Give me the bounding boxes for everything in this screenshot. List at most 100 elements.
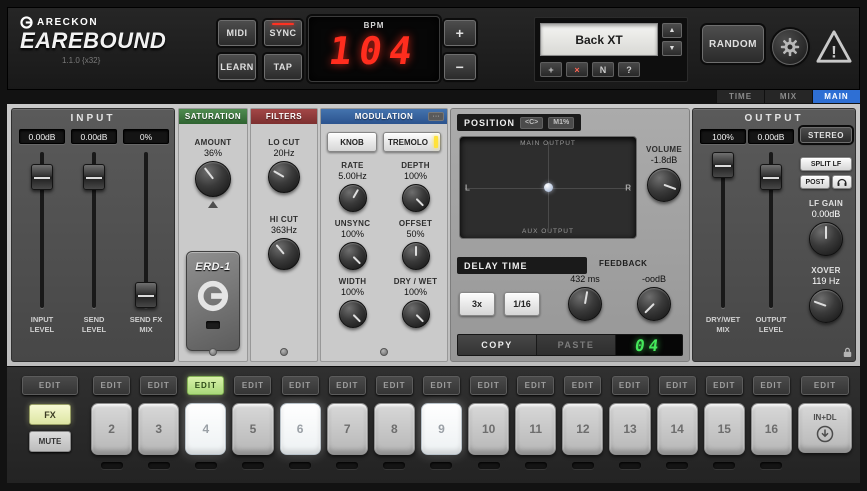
pad-1-edit-button[interactable]: EDIT: [22, 376, 78, 395]
pad-4[interactable]: 4: [185, 403, 226, 455]
split-lf-button[interactable]: SPLIT LF: [800, 157, 852, 171]
tap-button[interactable]: TAP: [264, 54, 302, 80]
pad-14-edit-button[interactable]: EDIT: [659, 376, 696, 395]
pad-5[interactable]: 5: [232, 403, 273, 455]
rate-knob[interactable]: [339, 184, 367, 212]
settings-button[interactable]: [772, 29, 808, 65]
preset-down-button[interactable]: ▼: [662, 41, 682, 56]
width-knob[interactable]: [339, 300, 367, 328]
pad-11[interactable]: 11: [515, 403, 556, 455]
brand-logo: ARECKON EAREBOUND 1.1.0 {x32}: [20, 16, 166, 65]
position-center-button[interactable]: <C>: [520, 117, 543, 129]
input-level-fader-handle[interactable]: [31, 164, 53, 190]
random-button[interactable]: RANDOM: [702, 25, 764, 63]
tab-main[interactable]: MAIN: [812, 90, 860, 103]
bpm-decrease-button[interactable]: −: [444, 54, 476, 80]
headphone-button[interactable]: [832, 175, 852, 189]
tab-mix[interactable]: MIX: [764, 90, 812, 103]
pad-8-edit-button[interactable]: EDIT: [376, 376, 413, 395]
send-level-fader[interactable]: [83, 150, 105, 310]
pad-3-edit-button[interactable]: EDIT: [140, 376, 177, 395]
send-fx-mix-fader-handle[interactable]: [135, 282, 157, 308]
offset-knob[interactable]: [402, 242, 430, 270]
pad-12-edit-button[interactable]: EDIT: [564, 376, 601, 395]
pad-16-edit-button[interactable]: EDIT: [753, 376, 790, 395]
pad-2-edit-button[interactable]: EDIT: [93, 376, 130, 395]
midi-button[interactable]: MIDI: [218, 20, 256, 46]
pad-4-edit-button[interactable]: EDIT: [187, 376, 224, 395]
amount-knob[interactable]: [195, 161, 231, 197]
post-button[interactable]: POST: [800, 175, 830, 189]
delay-time-knob[interactable]: [568, 287, 602, 321]
learn-button[interactable]: LEARN: [218, 54, 256, 80]
lo-cut-knob[interactable]: [268, 161, 300, 193]
tremolo-mode-button[interactable]: TREMOLO: [383, 132, 441, 152]
stereo-button[interactable]: STEREO: [800, 127, 852, 143]
lock-icon[interactable]: [843, 347, 852, 358]
lf-gain-knob[interactable]: [809, 222, 843, 256]
pad-9[interactable]: 9: [421, 403, 462, 455]
copy-button[interactable]: COPY: [458, 335, 537, 355]
send-fx-mix-fader[interactable]: [135, 150, 157, 310]
modulation-menu-button[interactable]: ···: [428, 112, 444, 121]
unsync-knob[interactable]: [339, 242, 367, 270]
indl-button[interactable]: IN+DL: [798, 403, 852, 453]
pad-12[interactable]: 12: [562, 403, 603, 455]
pad-11-edit-button[interactable]: EDIT: [517, 376, 554, 395]
delay-div-button[interactable]: 1/16: [504, 292, 540, 316]
dry-wet-mix-fader[interactable]: [712, 150, 734, 310]
pad-15-edit-button[interactable]: EDIT: [706, 376, 743, 395]
pad-3[interactable]: 3: [138, 403, 179, 455]
knob-mode-button[interactable]: KNOB: [327, 132, 377, 152]
preset-display[interactable]: Back XT: [540, 23, 658, 56]
pad-9-edit-button[interactable]: EDIT: [423, 376, 460, 395]
xy-position-dot[interactable]: [544, 183, 553, 192]
dry-wet-mix-fader-handle[interactable]: [712, 152, 734, 178]
pad-14[interactable]: 14: [657, 403, 698, 455]
paste-button[interactable]: PASTE: [537, 335, 616, 355]
erd-device[interactable]: ERD-1: [186, 251, 240, 351]
input-level-fader[interactable]: [31, 150, 53, 310]
offset-value: 50%: [384, 229, 447, 239]
pad-13[interactable]: 13: [609, 403, 650, 455]
tab-time[interactable]: TIME: [716, 90, 764, 103]
position-xy-pad[interactable]: MAIN OUTPUT AUX OUTPUT L R: [459, 136, 637, 239]
output-level-fader[interactable]: [760, 150, 782, 310]
preset-add-button[interactable]: +: [540, 62, 562, 77]
pad-5-edit-button[interactable]: EDIT: [234, 376, 271, 395]
fx-button[interactable]: FX: [29, 404, 71, 425]
erd-logo-icon: [196, 279, 230, 313]
output-level-fader-handle[interactable]: [760, 164, 782, 190]
pad-13-edit-button[interactable]: EDIT: [612, 376, 649, 395]
pad-6-edit-button[interactable]: EDIT: [282, 376, 319, 395]
pad-7-edit-button[interactable]: EDIT: [329, 376, 366, 395]
delay-mult-button[interactable]: 3x: [459, 292, 495, 316]
mute-button[interactable]: MUTE: [29, 431, 71, 452]
pad-7[interactable]: 7: [327, 403, 368, 455]
preset-help-button[interactable]: ?: [618, 62, 640, 77]
xover-knob[interactable]: [809, 289, 843, 323]
pad-10-edit-button[interactable]: EDIT: [470, 376, 507, 395]
preset-delete-button[interactable]: ×: [566, 62, 588, 77]
position-mono-button[interactable]: M1%: [548, 117, 574, 129]
erd-device-name: ERD-1: [187, 261, 239, 273]
indl-edit-button[interactable]: EDIT: [801, 376, 850, 395]
preset-up-button[interactable]: ▲: [662, 23, 682, 38]
pad-15[interactable]: 15: [704, 403, 745, 455]
pad-6[interactable]: 6: [280, 403, 321, 455]
warning-button[interactable]: !: [814, 27, 854, 67]
amount-label: AMOUNT: [179, 138, 247, 147]
pad-8[interactable]: 8: [374, 403, 415, 455]
depth-knob[interactable]: [402, 184, 430, 212]
feedback-knob[interactable]: [637, 287, 671, 321]
bpm-increase-button[interactable]: +: [444, 20, 476, 46]
pad-16[interactable]: 16: [751, 403, 792, 455]
send-level-fader-handle[interactable]: [83, 164, 105, 190]
dry-wet-knob[interactable]: [402, 300, 430, 328]
preset-new-button[interactable]: N: [592, 62, 614, 77]
volume-knob[interactable]: [647, 168, 681, 202]
pad-2[interactable]: 2: [91, 403, 132, 455]
hi-cut-knob[interactable]: [268, 238, 300, 270]
sync-button[interactable]: SYNC: [264, 20, 302, 46]
pad-10[interactable]: 10: [468, 403, 509, 455]
